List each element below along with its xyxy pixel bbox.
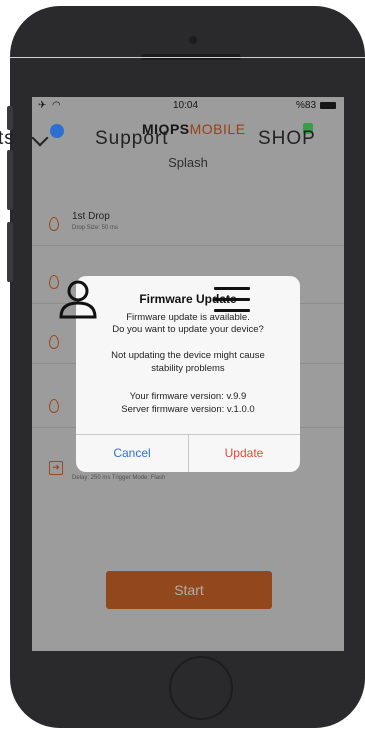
dialog-message-line: Server firmware version: v.1.0.0 — [121, 404, 255, 415]
mute-switch — [7, 106, 13, 130]
nav-item-shop[interactable]: SHOP — [258, 128, 316, 150]
dialog-message-line: Your firmware version: v.9.9 — [129, 391, 247, 402]
dialog-message-line: stability problems — [151, 363, 225, 374]
bluetooth-icon[interactable] — [50, 124, 64, 138]
volume-down-button — [7, 222, 13, 282]
dialog-message-line: Not updating the device might cause — [111, 350, 265, 361]
dialog-message-line: Firmware update is available. — [126, 312, 250, 323]
firmware-update-dialog: Firmware Update Firmware update is avail… — [76, 276, 300, 472]
hamburger-menu-icon[interactable] — [214, 287, 250, 313]
update-button[interactable]: Update — [188, 434, 300, 472]
nav-item-support[interactable]: Support — [95, 128, 169, 150]
user-icon[interactable] — [58, 279, 98, 319]
dialog-title: Firmware Update — [139, 292, 237, 306]
dialog-message-line: Do you want to update your device? — [112, 324, 264, 335]
site-header-divider — [10, 57, 365, 58]
front-camera — [189, 36, 197, 44]
home-button[interactable] — [169, 656, 233, 720]
volume-up-button — [7, 150, 13, 210]
nav-item-partial[interactable]: ts — [0, 128, 15, 150]
cancel-button[interactable]: Cancel — [76, 434, 188, 472]
